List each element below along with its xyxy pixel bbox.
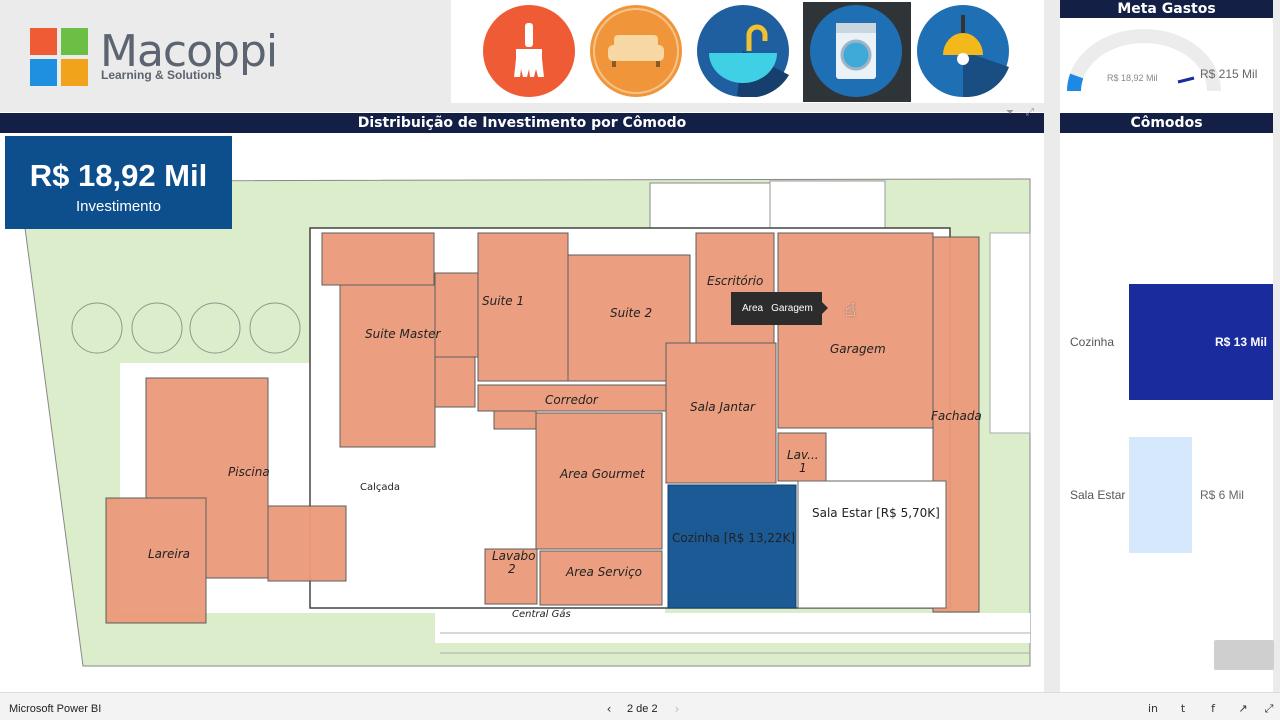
room-sala-estar[interactable]: Sala Estar [R$ 5,70K] <box>812 506 940 520</box>
right-edge <box>1273 0 1280 692</box>
room-fachada[interactable]: Fachada <box>931 409 982 423</box>
sofa-icon[interactable] <box>590 5 682 97</box>
room-lavabo-1-number: 1 <box>799 461 807 475</box>
twitter-icon[interactable]: t <box>1176 702 1190 716</box>
room-lavabo-1[interactable]: Lav... <box>787 448 819 462</box>
comodo-bar-1[interactable] <box>1129 437 1192 553</box>
map-tooltip: Area Garagem <box>731 292 822 325</box>
gauge-fill <box>1067 73 1084 92</box>
hand-cursor-icon: ☝ <box>845 300 856 321</box>
room-piscina[interactable]: Piscina <box>228 465 270 479</box>
focus-mode-icon[interactable]: ⤢ <box>1026 107 1040 119</box>
gauge-target-marker <box>1177 76 1195 84</box>
gauge-target-value: R$ 215 Mil <box>1200 67 1258 81</box>
room-area-servico[interactable]: Area Serviço <box>566 565 642 579</box>
room-central-gas[interactable]: Central Gás <box>512 609 571 620</box>
previous-page-icon[interactable]: ‹ <box>602 702 616 716</box>
panel-separator <box>1044 0 1060 692</box>
next-page-icon[interactable]: › <box>670 702 684 716</box>
main-title: Distribuição de Investimento por Cômodo <box>0 113 1044 133</box>
presentation-controls[interactable] <box>1214 640 1274 670</box>
room-garagem[interactable]: Garagem <box>830 342 886 356</box>
room-area-gourmet[interactable]: Area Gourmet <box>560 467 645 481</box>
comodo-category-label-1: Sala Estar <box>1070 488 1125 502</box>
filter-icon[interactable]: ⏷ <box>1006 107 1020 119</box>
share-icon[interactable]: ↗ <box>1236 702 1250 716</box>
room-lavabo-2-number: 2 <box>508 562 516 576</box>
investment-kpi-value: R$ 18,92 Mil <box>29 158 208 193</box>
comodo-category-label-0: Cozinha <box>1070 335 1114 349</box>
comodos-bar-chart: Cozinha R$ 13 Mil Sala Estar R$ 6 Mil <box>1070 284 1273 553</box>
room-escritorio[interactable]: Escritório <box>707 274 763 288</box>
macoppi-logo-icon <box>30 28 88 86</box>
fullscreen-icon[interactable]: ⤢ <box>1262 702 1276 716</box>
gauge-current-value: R$ 18,92 Mil <box>1107 73 1158 83</box>
comodo-data-label-1: R$ 6 Mil <box>1200 488 1244 502</box>
room-lavabo-2[interactable]: Lavabo <box>492 549 535 563</box>
tooltip-value: Garagem <box>771 303 813 314</box>
powerbi-brand-link[interactable]: Microsoft Power BI <box>9 703 101 715</box>
room-corredor[interactable]: Corredor <box>545 393 598 407</box>
comodo-data-label-0: R$ 13 Mil <box>1215 335 1267 349</box>
meta-gastos-gauge <box>1067 29 1221 92</box>
washing-machine-icon[interactable] <box>810 5 902 97</box>
linkedin-icon[interactable]: in <box>1146 702 1160 716</box>
brand-tagline: Learning & Solutions <box>101 68 222 82</box>
room-cozinha[interactable]: Cozinha [R$ 13,22K] <box>672 531 795 545</box>
room-suite-1[interactable]: Suite 1 <box>482 294 524 308</box>
page-indicator: 2 de 2 <box>627 703 658 715</box>
meta-gastos-title: Meta Gastos <box>1060 0 1273 18</box>
comodos-title: Cômodos <box>1060 113 1273 133</box>
room-suite-2[interactable]: Suite 2 <box>610 306 652 320</box>
paint-brush-icon[interactable] <box>483 5 575 97</box>
room-sala-jantar[interactable]: Sala Jantar <box>690 400 755 414</box>
ceiling-lamp-icon[interactable] <box>917 5 1017 98</box>
facebook-icon[interactable]: f <box>1206 702 1220 716</box>
room-calcada: Calçada <box>360 482 400 493</box>
tooltip-pointer <box>822 302 828 314</box>
investment-kpi-card: R$ 18,92 Mil Investimento <box>5 136 232 229</box>
investment-kpi-label: Investimento <box>75 198 162 215</box>
room-lareira[interactable]: Lareira <box>148 547 190 561</box>
sink-faucet-icon[interactable] <box>697 5 797 98</box>
tooltip-key: Area <box>742 303 764 314</box>
room-suite-master[interactable]: Suite Master <box>365 327 440 341</box>
